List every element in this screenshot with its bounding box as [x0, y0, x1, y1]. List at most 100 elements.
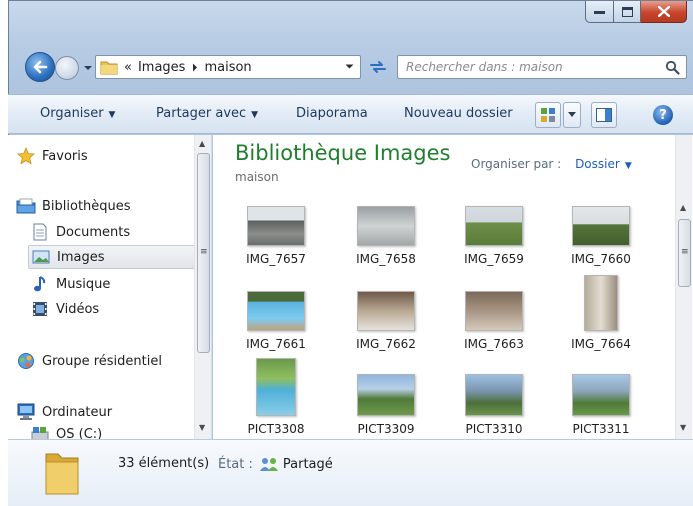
file-name: IMG_7662	[356, 337, 416, 351]
share-label: Partager avec	[156, 106, 247, 121]
file-tile[interactable]: IMG_7664	[551, 275, 651, 351]
navigation-row: « Images maison	[9, 45, 693, 82]
view-dropdown-icon	[568, 112, 576, 117]
music-icon	[34, 276, 46, 292]
arrange-by: Organiser par : Dossier ▼	[471, 157, 632, 171]
change-view-button[interactable]	[535, 102, 561, 128]
nav-item-music[interactable]: Musique	[30, 275, 110, 293]
images-icon	[32, 250, 50, 264]
nav-item-libraries[interactable]: Bibliothèques	[16, 197, 131, 215]
item-count: 33 élément(s)	[118, 456, 210, 471]
file-name: IMG_7661	[246, 337, 306, 351]
forward-button[interactable]	[55, 56, 79, 80]
view-options-dropdown[interactable]	[563, 102, 581, 128]
back-arrow-icon	[33, 60, 48, 74]
nav-item-favorites[interactable]: Favoris	[16, 147, 88, 165]
nav-label: Images	[57, 249, 105, 265]
nav-item-videos[interactable]: Vidéos	[30, 300, 99, 318]
search-box[interactable]	[397, 55, 687, 79]
nav-item-drive[interactable]: OS (C:)	[30, 425, 102, 439]
arrange-by-dropdown[interactable]: Dossier	[575, 157, 620, 171]
file-tile[interactable]: IMG_7661	[226, 291, 326, 351]
nav-item-computer[interactable]: Ordinateur	[16, 403, 112, 421]
folder-icon	[100, 61, 118, 75]
file-tile[interactable]: IMG_7660	[551, 206, 651, 266]
file-thumbnail	[256, 358, 296, 416]
content-scrollbar[interactable]: ▲ ≡ ▼	[675, 135, 692, 439]
file-tile[interactable]: PICT3308	[226, 358, 326, 436]
content-pane: Bibliothèque Images maison Organiser par…	[213, 135, 693, 439]
nav-item-documents[interactable]: Documents	[30, 223, 130, 241]
file-name: IMG_7664	[571, 337, 631, 351]
file-thumbnail	[357, 374, 415, 416]
file-name: IMG_7663	[464, 337, 524, 351]
shared-users-icon	[259, 458, 278, 471]
view-controls	[535, 102, 617, 128]
file-thumbnail	[465, 291, 523, 331]
file-tile[interactable]: IMG_7658	[336, 206, 436, 266]
file-name: PICT3308	[247, 422, 305, 436]
search-icon[interactable]	[665, 60, 680, 75]
file-tile[interactable]: PICT3309	[336, 374, 436, 436]
refresh-icon	[370, 61, 386, 73]
search-input[interactable]	[406, 60, 656, 74]
file-tile[interactable]: IMG_7663	[444, 291, 544, 351]
command-bar: Organiser ▼ Partager avec ▼ Diaporama Nouv…	[8, 94, 693, 134]
navigation-pane: Favoris Bibliothèques Documents Images M…	[8, 135, 212, 439]
file-tile[interactable]: PICT3311	[551, 374, 651, 436]
content-scroll-grip-icon: ≡	[681, 247, 689, 257]
preview-pane-button[interactable]	[591, 102, 617, 128]
scroll-down-icon[interactable]: ▼	[199, 423, 205, 432]
history-dropdown-icon[interactable]	[83, 63, 93, 73]
minimize-icon	[594, 10, 605, 14]
file-thumbnail	[247, 291, 305, 331]
scroll-up-icon[interactable]: ▲	[199, 139, 205, 148]
breadcrumb-overflow[interactable]: «	[124, 60, 132, 75]
content-scroll-up-icon[interactable]: ▲	[680, 203, 686, 212]
videos-icon	[33, 302, 47, 316]
preview-pane-icon	[596, 108, 612, 122]
window-controls	[585, 1, 687, 23]
close-button[interactable]	[641, 1, 687, 23]
address-dropdown-icon[interactable]	[345, 62, 354, 71]
nav-label: Documents	[56, 224, 131, 240]
new-folder-button[interactable]: Nouveau dossier	[404, 106, 513, 121]
share-menu[interactable]: Partager avec ▼	[156, 106, 258, 121]
file-name: PICT3309	[357, 422, 415, 436]
file-thumbnail	[572, 206, 630, 246]
nav-label: Vidéos	[56, 301, 100, 317]
refresh-button[interactable]	[363, 55, 393, 79]
help-button[interactable]: ?	[653, 105, 673, 125]
address-bar[interactable]: « Images maison	[95, 55, 361, 79]
organize-caret-icon: ▼	[108, 110, 116, 120]
nav-item-images[interactable]: Images	[28, 245, 204, 269]
file-tile[interactable]: IMG_7659	[444, 206, 544, 266]
file-name: IMG_7657	[246, 252, 306, 266]
file-name: IMG_7659	[464, 252, 524, 266]
navigation-scrollbar[interactable]: ▲ ≡ ▼	[194, 135, 211, 439]
file-thumbnail	[465, 374, 523, 416]
file-tile[interactable]: IMG_7657	[226, 206, 326, 266]
breadcrumb-images[interactable]: Images	[138, 60, 186, 75]
file-tile[interactable]: PICT3310	[444, 374, 544, 436]
maximize-button[interactable]	[614, 1, 641, 23]
new-folder-label: Nouveau dossier	[404, 106, 513, 121]
organize-menu[interactable]: Organiser ▼	[40, 106, 115, 121]
back-button[interactable]	[25, 52, 55, 82]
file-thumbnail	[247, 206, 305, 246]
library-subtitle: maison	[235, 170, 279, 184]
breadcrumb-separator-icon[interactable]	[192, 63, 198, 72]
arrange-by-caret-icon[interactable]: ▼	[625, 161, 632, 171]
file-tile[interactable]: IMG_7662	[336, 291, 436, 351]
breadcrumb-maison[interactable]: maison	[204, 60, 251, 75]
content-scroll-down-icon[interactable]: ▼	[680, 423, 686, 432]
slideshow-label: Diaporama	[296, 106, 368, 121]
file-thumbnail	[357, 291, 415, 331]
library-title: Bibliothèque Images	[235, 141, 451, 165]
minimize-button[interactable]	[585, 1, 614, 23]
nav-item-homegroup[interactable]: Groupe résidentiel	[16, 352, 162, 370]
homegroup-icon	[18, 353, 34, 369]
nav-label: Bibliothèques	[42, 198, 131, 214]
file-name: PICT3310	[465, 422, 523, 436]
slideshow-button[interactable]: Diaporama	[296, 106, 368, 121]
